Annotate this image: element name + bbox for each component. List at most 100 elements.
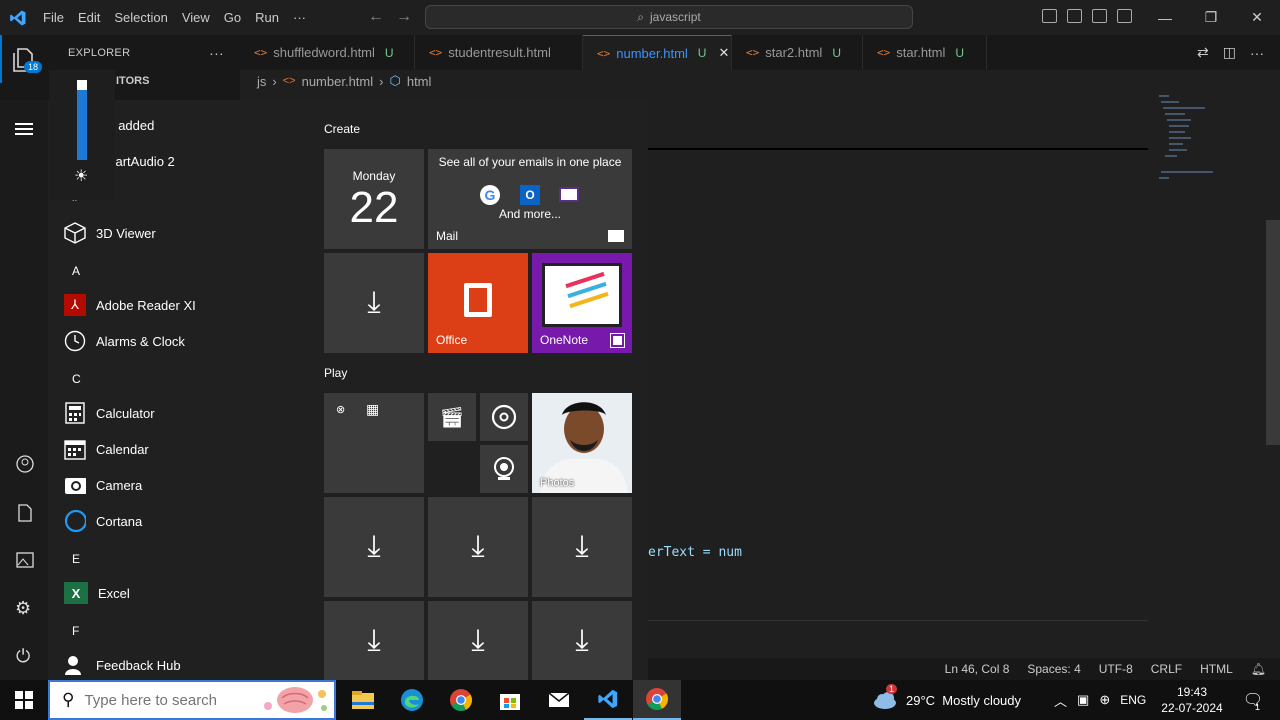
section-letter[interactable]: A xyxy=(72,264,80,278)
editor-divider xyxy=(648,620,1148,621)
customize-layout-icon[interactable] xyxy=(1117,9,1132,23)
volume-slider-thumb[interactable] xyxy=(77,80,87,90)
clock[interactable]: 19:43 22-07-2024 xyxy=(1160,680,1224,720)
split-editor-icon[interactable]: ◫ xyxy=(1223,44,1236,61)
webcam-tile[interactable] xyxy=(480,445,528,493)
download-placeholder-tile[interactable]: ⤓ xyxy=(324,601,424,680)
compare-changes-icon[interactable]: ⇄ xyxy=(1197,44,1209,61)
explorer-more-icon[interactable]: ··· xyxy=(209,45,224,61)
code-line[interactable]: erText = num xyxy=(648,545,742,560)
editor-scrollbar[interactable] xyxy=(1266,220,1280,445)
download-arrow-icon: ⤓ xyxy=(367,530,381,563)
close-window-icon[interactable]: ✕ xyxy=(1234,0,1280,35)
menu-more[interactable]: ··· xyxy=(286,0,313,35)
search-input[interactable] xyxy=(84,691,245,709)
tile-group-play[interactable]: Play xyxy=(324,366,347,380)
breadcrumb-file[interactable]: number.html xyxy=(302,74,374,89)
app-calendar[interactable]: Calendar xyxy=(64,431,149,467)
vscode-taskbar-icon[interactable] xyxy=(584,680,632,720)
pictures-icon[interactable] xyxy=(16,552,34,571)
close-tab-icon[interactable]: ✕ xyxy=(718,45,729,61)
app-3d-viewer[interactable]: 3D Viewer xyxy=(64,215,156,251)
notification-center-icon[interactable]: 🗨︎ 1 xyxy=(1238,680,1268,720)
chrome-icon[interactable] xyxy=(437,680,485,720)
tab-shuffledword[interactable]: <> shuffledword.html U xyxy=(240,35,415,70)
breadcrumb-symbol[interactable]: html xyxy=(407,74,432,89)
download-placeholder-tile[interactable]: ⤓ xyxy=(532,497,632,597)
tab-star[interactable]: <> star.html U xyxy=(863,35,987,70)
status-encoding[interactable]: UTF-8 xyxy=(1099,662,1133,676)
command-center-label: javascript xyxy=(650,10,701,24)
minimize-icon[interactable]: — xyxy=(1142,0,1188,35)
download-placeholder-tile[interactable]: ⤓ xyxy=(324,497,424,597)
html-file-icon: <> xyxy=(597,46,611,60)
back-arrow-icon[interactable]: ← xyxy=(368,8,384,26)
menu-selection[interactable]: Selection xyxy=(107,0,174,35)
app-adobe-reader[interactable]: ⅄ Adobe Reader XI xyxy=(64,287,196,323)
download-placeholder-tile[interactable]: ⤓ xyxy=(428,601,528,680)
menu-edit[interactable]: Edit xyxy=(71,0,107,35)
groove-music-tile[interactable] xyxy=(480,393,528,441)
app-feedback-hub[interactable]: Feedback Hub xyxy=(64,647,181,683)
app-cortana[interactable]: Cortana xyxy=(64,503,142,539)
language-indicator[interactable]: ENG xyxy=(1120,693,1146,707)
mail-tile[interactable]: See all of your emails in one place G O … xyxy=(428,149,632,249)
hamburger-menu-icon[interactable] xyxy=(15,120,33,138)
network-globe-icon[interactable]: ⊕ xyxy=(1099,692,1110,708)
google-icon: G xyxy=(480,185,500,205)
forward-arrow-icon[interactable]: → xyxy=(396,8,412,26)
device-tray-icon[interactable]: ▣ xyxy=(1077,692,1089,708)
start-windows-icon[interactable] xyxy=(0,680,48,720)
taskbar-search-box[interactable]: ⚲ xyxy=(48,680,336,720)
download-placeholder-tile[interactable]: ⤓ xyxy=(324,253,424,353)
toggle-secondary-sidebar-icon[interactable] xyxy=(1092,9,1107,23)
office-tile[interactable]: Office xyxy=(428,253,528,353)
edge-icon[interactable] xyxy=(388,680,436,720)
mail-taskbar-icon[interactable] xyxy=(535,680,583,720)
movies-tile[interactable]: 🎬︎ xyxy=(428,393,476,441)
app-calculator[interactable]: Calculator xyxy=(64,395,155,431)
menu-run[interactable]: Run xyxy=(248,0,286,35)
user-account-icon[interactable] xyxy=(16,455,34,476)
download-placeholder-tile[interactable]: ⤓ xyxy=(428,497,528,597)
section-letter[interactable]: E xyxy=(72,552,80,566)
tab-number[interactable]: <> number.html U ✕ xyxy=(583,35,732,70)
app-alarms-clock[interactable]: Alarms & Clock xyxy=(64,323,185,359)
restore-icon[interactable]: ❐ xyxy=(1188,0,1234,35)
calendar-tile[interactable]: Monday 22 xyxy=(324,149,424,249)
documents-icon[interactable] xyxy=(17,504,33,525)
minimap[interactable] xyxy=(1155,92,1215,182)
status-cursor-position[interactable]: Ln 46, Col 8 xyxy=(945,662,1010,676)
tile-group-create[interactable]: Create xyxy=(324,122,360,136)
section-letter[interactable]: C xyxy=(72,372,81,386)
tab-star2[interactable]: <> star2.html U xyxy=(732,35,863,70)
show-hidden-icons-chevron-icon[interactable]: ︿ xyxy=(1054,691,1067,710)
status-indentation[interactable]: Spaces: 4 xyxy=(1027,662,1080,676)
settings-gear-icon[interactable]: ⚙ xyxy=(15,598,31,619)
breadcrumb-folder[interactable]: js xyxy=(257,74,266,89)
download-placeholder-tile[interactable]: ⤓ xyxy=(532,601,632,680)
photos-tile[interactable]: Photos xyxy=(532,393,632,493)
store-icon[interactable] xyxy=(486,680,534,720)
weather-widget[interactable]: 1 29°C Mostly cloudy xyxy=(872,680,1021,720)
command-center-search[interactable]: ⌕ javascript xyxy=(425,5,913,29)
play-folder-tile[interactable]: ⊗ ▦ xyxy=(324,393,424,493)
chrome-active-icon[interactable] xyxy=(633,680,681,720)
toggle-panel-icon[interactable] xyxy=(1067,9,1082,23)
power-icon[interactable]: ⏻ xyxy=(16,646,30,667)
menu-go[interactable]: Go xyxy=(217,0,248,35)
more-actions-icon[interactable]: ··· xyxy=(1250,45,1264,61)
menu-file[interactable]: File xyxy=(36,0,71,35)
status-language[interactable]: HTML xyxy=(1200,662,1233,676)
file-explorer-icon[interactable] xyxy=(339,680,387,720)
notifications-bell-icon[interactable]: 🔔︎ xyxy=(1251,662,1266,676)
app-excel[interactable]: X Excel xyxy=(64,575,130,611)
menu-view[interactable]: View xyxy=(175,0,217,35)
volume-slider[interactable] xyxy=(77,80,87,160)
status-eol[interactable]: CRLF xyxy=(1151,662,1182,676)
app-camera[interactable]: Camera xyxy=(64,467,142,503)
tab-studentresult[interactable]: <> studentresult.html xyxy=(415,35,583,70)
section-letter[interactable]: F xyxy=(72,624,79,638)
onenote-tile[interactable]: OneNote xyxy=(532,253,632,353)
toggle-sidebar-icon[interactable] xyxy=(1042,9,1057,23)
